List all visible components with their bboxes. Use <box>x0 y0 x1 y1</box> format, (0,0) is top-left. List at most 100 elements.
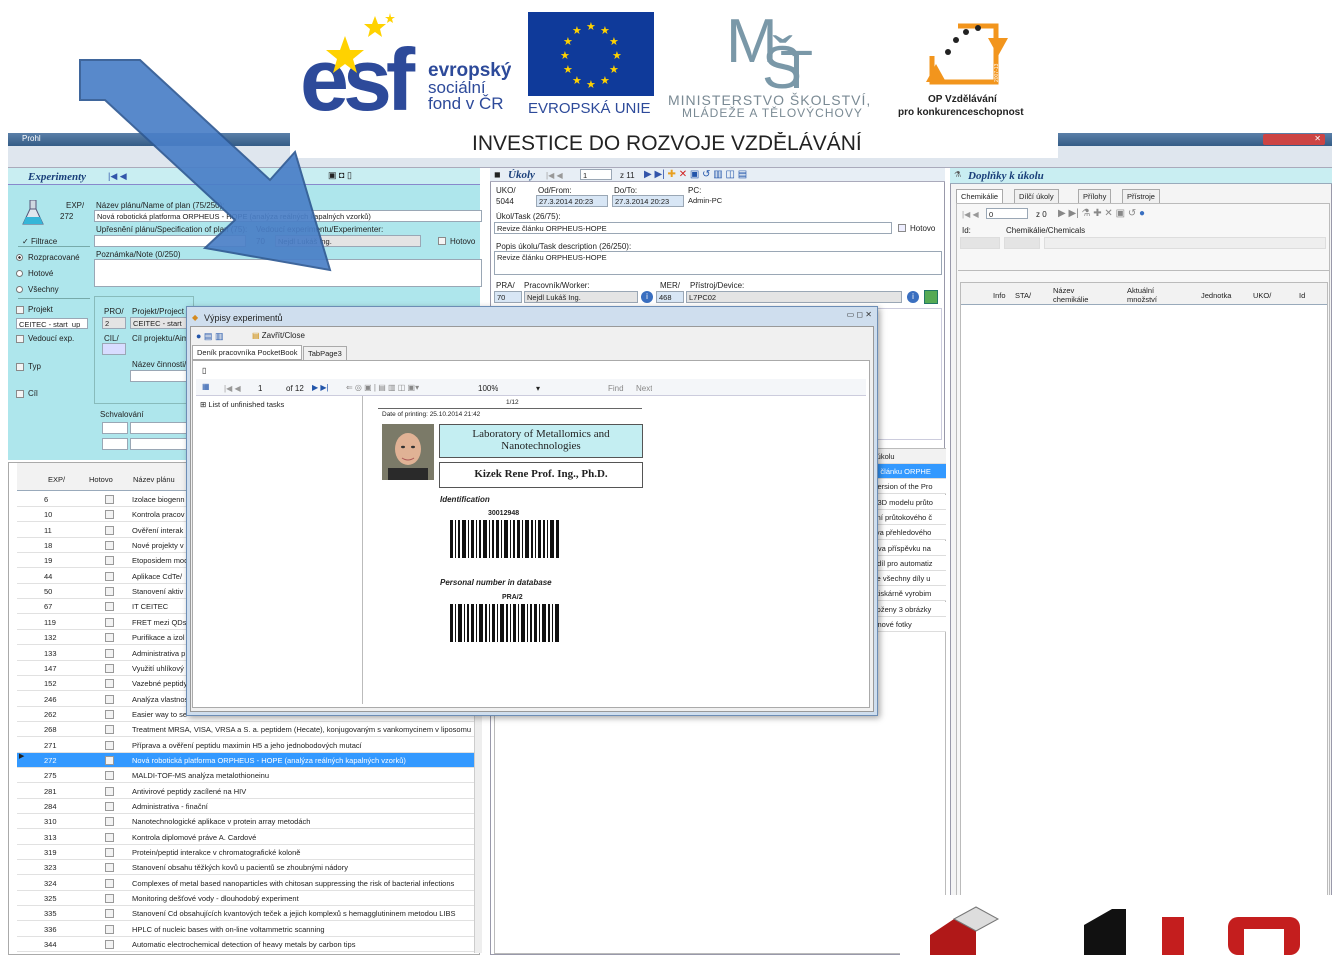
activity-field[interactable] <box>130 370 190 382</box>
row-done-checkbox[interactable] <box>105 940 114 950</box>
row-done-checkbox[interactable] <box>105 771 114 781</box>
row-done-checkbox[interactable] <box>105 525 114 535</box>
row-done-checkbox[interactable] <box>105 740 114 750</box>
device-field[interactable]: L7PC02 <box>686 291 902 303</box>
dialog-toolbar-icons[interactable]: ● ▤ ▥ <box>196 331 223 342</box>
row-done-checkbox[interactable] <box>105 832 114 842</box>
type-checkbox[interactable] <box>16 363 24 371</box>
row-done-checkbox[interactable] <box>105 694 114 704</box>
from-field[interactable]: 27.3.2014 20:23 <box>536 195 608 207</box>
approval-field-1[interactable] <box>102 422 128 434</box>
report-tree-toggle[interactable]: ▦ <box>202 382 210 391</box>
leader-checkbox[interactable] <box>16 335 24 343</box>
table-row[interactable]: 310 Nanotechnologické aplikace v protein … <box>17 814 474 830</box>
tab-devices[interactable]: Přístroje <box>1122 189 1160 204</box>
row-done-checkbox[interactable] <box>105 863 114 873</box>
dialog-tab-page3[interactable]: TabPage3 <box>303 346 347 361</box>
tab-attachments[interactable]: Přílohy <box>1078 189 1112 204</box>
task-done-checkbox[interactable] <box>898 224 906 232</box>
project-field[interactable]: CEITEC - start <box>130 317 190 329</box>
row-done-checkbox[interactable] <box>105 924 114 934</box>
row-done-checkbox[interactable] <box>105 495 114 504</box>
table-row[interactable]: 324 Complexes of metal based nanoparticle… <box>17 876 474 891</box>
table-row[interactable]: 344 Automatic electrochemical detection o… <box>17 937 474 953</box>
row-done-checkbox[interactable] <box>105 633 114 643</box>
row-done-checkbox[interactable] <box>105 556 114 566</box>
table-row[interactable]: 275 MALDI-TOF-MS analýza metalothioneinu <box>17 768 474 784</box>
tasks-toolbar[interactable]: ▶ ▶| ✚ ✕ ▣ ↺ ▥ ◫ ▤ <box>644 169 747 180</box>
table-row[interactable]: 319 Protein/peptid interakce v chromatogr… <box>17 845 474 861</box>
dialog-close-button[interactable]: ▤ Zavřít/Close <box>252 331 305 340</box>
row-done-checkbox[interactable] <box>105 786 114 796</box>
row-done-checkbox[interactable] <box>105 541 114 551</box>
col-name[interactable]: Název plánu <box>133 475 175 484</box>
tree-item-unfinished[interactable]: ⊞ List of unfinished tasks <box>200 400 284 409</box>
cil-field[interactable] <box>102 343 126 355</box>
table-row[interactable]: 268 Treatment MRSA, VISA, VRSA a S. a. pe… <box>17 722 474 738</box>
table-row[interactable]: 336 HPLC of nucleic bases with on-line vo… <box>17 922 474 937</box>
report-page[interactable]: 1 <box>258 384 262 393</box>
tab-chemicals[interactable]: Chemikálie <box>956 189 1004 204</box>
mer-field[interactable]: 468 <box>656 291 684 303</box>
dialog-tab-pocketbook[interactable]: Deník pracovníka PocketBook <box>192 345 303 360</box>
done-checkbox[interactable] <box>438 237 446 245</box>
row-done-checkbox[interactable] <box>105 709 114 719</box>
radio-in-progress[interactable] <box>16 254 23 261</box>
pc-field[interactable]: Admin-PC <box>686 195 758 207</box>
report-zoom[interactable]: 100% <box>478 384 498 393</box>
chem-nav[interactable]: |◀ ◀ <box>962 210 979 219</box>
report-find-button[interactable]: Find <box>608 384 624 393</box>
approval-field-3[interactable] <box>102 438 128 450</box>
table-row[interactable]: 325 Monitoring dešťové vody - dlouhodobý … <box>17 891 474 907</box>
row-done-checkbox[interactable] <box>105 679 114 689</box>
table-row[interactable]: 271 Příprava a ověření peptidu maximin H5… <box>17 738 474 753</box>
row-done-checkbox[interactable] <box>105 648 114 658</box>
pro-field[interactable]: 2 <box>102 317 126 329</box>
row-done-checkbox[interactable] <box>105 909 114 919</box>
device-link-icon[interactable] <box>924 290 938 304</box>
row-done-checkbox[interactable] <box>105 878 114 888</box>
row-done-checkbox[interactable] <box>105 602 114 612</box>
row-done-checkbox[interactable] <box>105 817 114 827</box>
chem-nav-position[interactable]: 0 <box>986 208 1028 219</box>
table-row[interactable]: 284 Administrativa - finační <box>17 799 474 814</box>
cil-checkbox[interactable] <box>16 390 24 398</box>
chem-id-field[interactable] <box>960 237 1000 249</box>
table-row[interactable]: 323 Stanovení obsahu těžkých kovů u pacie… <box>17 860 474 876</box>
col-amount[interactable]: Aktuální množství <box>1127 286 1167 304</box>
table-row[interactable]: 272 Nová robotická platforma ORPHEUS - HO… <box>17 752 474 768</box>
col-info[interactable]: Info <box>993 291 1006 300</box>
window-controls[interactable]: ✕ <box>1263 134 1325 145</box>
table-row[interactable]: 335 Stanovení Cd obsahujících kvantových … <box>17 906 474 922</box>
chem-toolbar[interactable]: ▶ ▶| ⚗ ✚ ✕ ▣ ↺ ● <box>1058 208 1145 219</box>
report-zoom-dropdown-icon[interactable]: ▾ <box>536 384 540 393</box>
col-exp[interactable]: EXP/ <box>48 475 65 484</box>
project-checkbox[interactable] <box>16 306 24 314</box>
row-done-checkbox[interactable] <box>105 894 114 904</box>
report-nav-next[interactable]: ▶ ▶| <box>312 383 329 392</box>
col-chem-name[interactable]: Název chemikálie <box>1053 286 1093 304</box>
col-unit[interactable]: Jednotka <box>1201 291 1231 300</box>
row-done-checkbox[interactable] <box>105 848 114 858</box>
col-uko[interactable]: UKO/ <box>1253 291 1271 300</box>
row-done-checkbox[interactable] <box>105 663 114 673</box>
table-row[interactable]: 281 Antivirové peptidy zacílené na HIV <box>17 784 474 799</box>
chem-name-field[interactable] <box>1004 237 1040 249</box>
dialog-controls[interactable]: ▭ ◻ ✕ <box>806 310 872 322</box>
worker-info-icon[interactable]: i <box>641 291 653 303</box>
tasks-nav-first[interactable]: |◀ ◀ <box>546 171 563 180</box>
approval-field-4[interactable] <box>130 438 190 450</box>
device-info-icon[interactable]: i <box>907 291 919 303</box>
report-nav-first[interactable]: |◀ ◀ <box>224 384 241 393</box>
radio-all[interactable] <box>16 286 23 293</box>
col-id[interactable]: Id <box>1299 291 1305 300</box>
tab-subtasks[interactable]: Dílčí úkoly <box>1014 189 1059 204</box>
row-done-checkbox[interactable] <box>105 755 114 765</box>
project-filter-field[interactable]: CEITEC - start_up <box>16 318 88 329</box>
row-done-checkbox[interactable] <box>105 571 114 581</box>
pra-field[interactable]: 70 <box>494 291 522 303</box>
row-done-checkbox[interactable] <box>105 725 114 735</box>
row-done-checkbox[interactable] <box>105 802 114 811</box>
chem-field-3[interactable] <box>1044 237 1326 249</box>
col-sta[interactable]: STA/ <box>1015 291 1031 300</box>
